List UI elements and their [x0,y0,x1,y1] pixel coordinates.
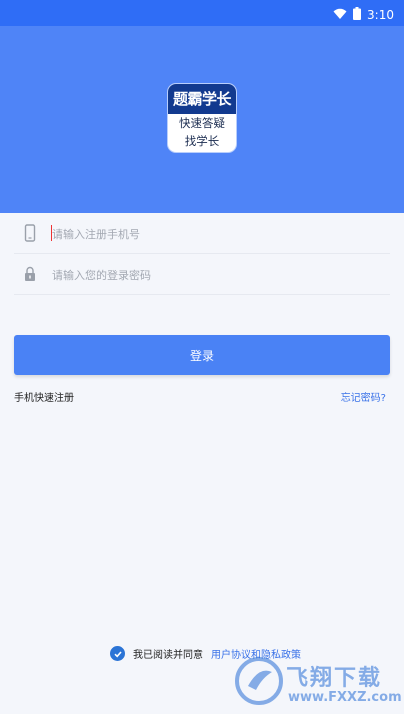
phone-input[interactable] [50,221,374,247]
app-logo: 题霸学长 快速答疑 找学长 [168,84,236,152]
agreement-checkbox[interactable] [110,646,125,661]
header-banner: 题霸学长 快速答疑 找学长 [0,26,404,213]
logo-line-2: 快速答疑 [179,116,225,130]
status-bar: 3:10 [0,0,404,26]
login-button[interactable]: 登录 [14,335,390,375]
status-icons: 3:10 [333,5,394,24]
password-field [14,254,390,295]
status-time: 3:10 [367,7,394,22]
login-form [14,213,390,295]
watermark-title: 飞翔下载 [286,666,383,691]
battery-icon [353,5,362,24]
phone-field [14,213,390,254]
watermark: 飞翔下载 www.FXXZ.com [234,654,402,712]
phone-icon [22,224,38,242]
register-link[interactable]: 手机快速注册 [14,389,74,404]
watermark-logo-icon [235,657,283,705]
wifi-icon [333,5,347,24]
password-input[interactable] [50,262,374,288]
watermark-url: www.FXXZ.com [288,690,402,705]
logo-title: 题霸学长 [168,84,236,114]
logo-line-3: 找学长 [184,134,220,148]
lock-icon [22,265,38,283]
agreement-text: 我已阅读并同意 [133,650,203,661]
forgot-password-link[interactable]: 忘记密码? [341,389,386,404]
